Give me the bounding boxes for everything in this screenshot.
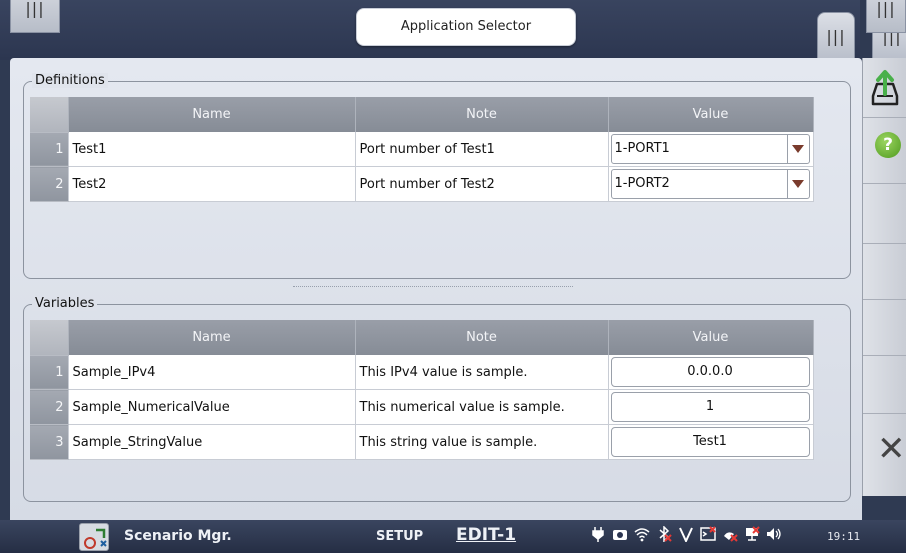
variables-table: Name Note Value 1 Sample_IPv4 This IPv4 …	[30, 320, 814, 460]
row-number: 3	[30, 424, 69, 460]
side-button-empty[interactable]	[863, 244, 906, 300]
port-select[interactable]: 1-PORT2	[610, 169, 810, 199]
table-row[interactable]: 1 Test1 Port number of Test1 1-PORT1	[30, 132, 814, 167]
variable-value-field[interactable]: 0.0.0.0	[610, 357, 810, 387]
variable-name[interactable]: Sample_IPv4	[68, 355, 356, 390]
definitions-table: Name Note Value 1 Test1 Port number of T…	[30, 97, 814, 202]
corner-header	[30, 97, 69, 133]
table-row[interactable]: 2 Test2 Port number of Test2 1-PORT2	[30, 166, 814, 202]
scenario-manager-icon[interactable]	[79, 523, 109, 551]
speaker-icon	[767, 528, 781, 540]
column-header-value[interactable]: Value	[608, 320, 814, 355]
variable-value-field[interactable]: 1	[610, 392, 810, 422]
definitions-group: Definitions Name Note Value 1 Test1 Port…	[23, 73, 851, 279]
row-number: 1	[30, 355, 69, 390]
column-header-note[interactable]: Note	[355, 320, 609, 355]
main-panel: Definitions Name Note Value 1 Test1 Port…	[10, 58, 862, 520]
variable-value-cell: 1	[608, 389, 814, 425]
scenario-manager-label[interactable]: Scenario Mgr.	[124, 528, 232, 544]
column-header-name[interactable]: Name	[68, 320, 356, 355]
variable-value-cell: 0.0.0.0	[608, 355, 814, 390]
row-number: 1	[30, 132, 69, 167]
definition-value-cell: 1-PORT1	[608, 132, 814, 167]
definition-name[interactable]: Test1	[68, 132, 356, 167]
column-header-value[interactable]: Value	[608, 97, 814, 132]
column-header-note[interactable]: Note	[355, 97, 609, 132]
bottom-left-panel-handle[interactable]: |||	[10, 0, 60, 33]
port-select[interactable]: 1-PORT1	[610, 134, 810, 164]
pane-splitter[interactable]	[293, 286, 573, 287]
right-side-panel: ? ✕	[862, 58, 906, 496]
help-icon: ?	[875, 132, 901, 158]
bottom-right-panel-handle[interactable]: |||	[866, 0, 906, 33]
camera-icon	[613, 530, 627, 540]
table-row[interactable]: 1 Sample_IPv4 This IPv4 value is sample.…	[30, 355, 814, 390]
close-button[interactable]: ✕	[863, 414, 906, 484]
variable-name[interactable]: Sample_NumericalValue	[68, 389, 356, 425]
scenario-glyph-icon	[84, 528, 107, 549]
definition-note[interactable]: Port number of Test1	[355, 132, 609, 167]
column-header-name[interactable]: Name	[68, 97, 356, 132]
terminal-icon	[700, 526, 716, 541]
satellite-icon	[724, 532, 738, 542]
corner-header	[30, 320, 69, 356]
variable-value-cell: Test1	[608, 424, 814, 460]
definition-value-cell: 1-PORT2	[608, 166, 814, 202]
side-button-empty[interactable]	[863, 356, 906, 414]
row-number: 2	[30, 389, 69, 425]
mode-edit[interactable]: EDIT-1	[456, 525, 516, 545]
definition-name[interactable]: Test2	[68, 166, 356, 202]
upload-button[interactable]	[863, 58, 906, 118]
bluetooth-icon	[659, 526, 672, 542]
network-icon	[746, 526, 760, 541]
status-icons	[590, 526, 782, 542]
variables-title: Variables	[32, 296, 98, 311]
variable-note[interactable]: This string value is sample.	[355, 424, 609, 460]
definition-note[interactable]: Port number of Test2	[355, 166, 609, 202]
variable-value-field[interactable]: Test1	[610, 427, 810, 457]
v-icon	[679, 527, 693, 542]
variable-note[interactable]: This IPv4 value is sample.	[355, 355, 609, 390]
clock: 19:11	[827, 530, 861, 543]
port-select-value: 1-PORT1	[614, 141, 670, 156]
variables-group: Variables Name Note Value 1 Sample_IPv4 …	[23, 296, 851, 502]
table-row[interactable]: 2 Sample_NumericalValue This numerical v…	[30, 389, 814, 425]
top-bar: Application Selector	[0, 0, 860, 60]
chevron-down-icon[interactable]	[786, 135, 809, 163]
close-icon: ✕	[877, 429, 906, 469]
plug-icon	[592, 527, 604, 542]
variable-note[interactable]: This numerical value is sample.	[355, 389, 609, 425]
upload-tray-icon	[871, 70, 899, 106]
table-row[interactable]: 3 Sample_StringValue This string value i…	[30, 424, 814, 460]
table-header-row: Name Note Value	[30, 97, 814, 133]
help-button[interactable]: ?	[863, 118, 906, 184]
app-selector-tab[interactable]: Application Selector	[356, 8, 576, 46]
bottom-status-bar: Scenario Mgr. SETUP EDIT-1 19:11	[0, 520, 906, 553]
definitions-title: Definitions	[32, 73, 108, 88]
table-header-row: Name Note Value	[30, 320, 814, 356]
chevron-down-icon[interactable]	[786, 170, 809, 198]
port-select-value: 1-PORT2	[614, 176, 670, 191]
side-button-empty[interactable]	[863, 184, 906, 244]
wifi-icon	[634, 528, 650, 542]
mode-setup[interactable]: SETUP	[376, 529, 423, 544]
top-panel-handle[interactable]: |||	[817, 12, 855, 60]
side-button-empty[interactable]	[863, 300, 906, 356]
row-number: 2	[30, 166, 69, 202]
variable-name[interactable]: Sample_StringValue	[68, 424, 356, 460]
